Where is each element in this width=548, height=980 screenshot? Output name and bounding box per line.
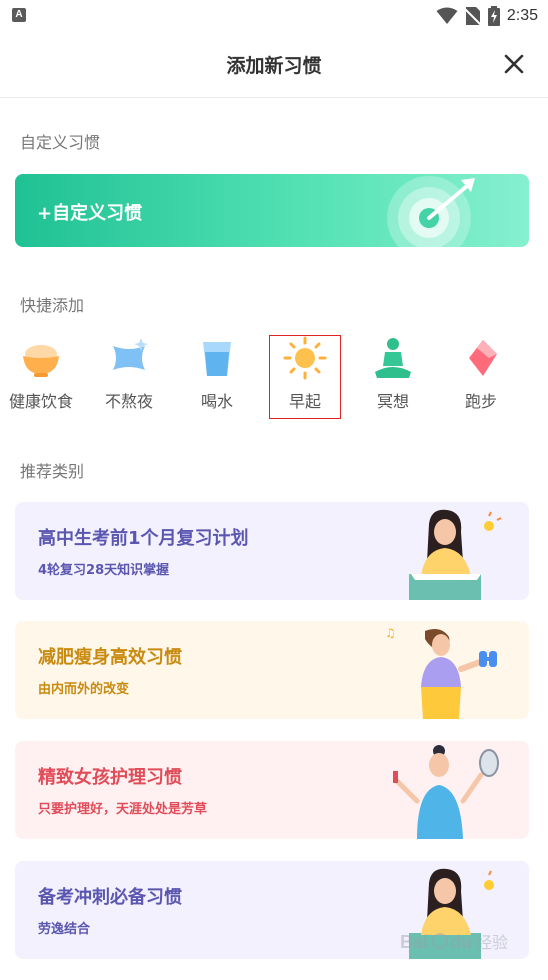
quick-item-running[interactable]: 跑步 [446,336,516,418]
bowl-icon [23,345,59,377]
close-button[interactable] [502,52,526,76]
quick-item-no-late-night[interactable]: 不熬夜 [94,336,164,418]
mirror-girl-illustration [393,745,499,839]
recommend-card-subtitle: 4轮复习28天知识掌握 [38,563,170,578]
status-bar: A 2:35 [0,0,548,32]
recommend-card-title: 精致女孩护理习惯 [38,767,182,788]
recommend-card-title: 减肥瘦身高效习惯 [38,647,182,668]
page-title: 添加新习惯 [226,55,322,77]
svg-text:Bai: Bai [400,932,428,952]
clock: 2:35 [506,7,538,24]
cup-icon [203,342,231,376]
no-sim-icon [464,7,481,26]
quick-item-label: 不熬夜 [104,392,153,411]
wifi-icon [436,7,458,24]
recommend-card-weight-loss[interactable]: 减肥瘦身高效习惯 由内而外的改变 ♫ [15,621,529,719]
recommend-section-label: 推荐类别 [20,462,85,481]
recommend-card-exam-plan[interactable]: 高中生考前1个月复习计划 4轮复习28天知识掌握 [15,502,529,600]
baidu-watermark: Bai du 经验 [400,926,520,956]
shoe-icon [469,340,497,376]
add-custom-habit-button[interactable]: +自定义习惯 [15,174,529,247]
quick-item-meditation[interactable]: 冥想 [358,336,428,418]
quick-item-drink-water[interactable]: 喝水 [182,336,252,418]
close-icon [504,54,524,74]
add-custom-habit-label: +自定义习惯 [37,203,143,224]
quick-item-early-rise[interactable]: 早起 [269,335,341,419]
quick-item-label: 健康饮食 [8,392,73,411]
recommend-card-subtitle: 劳逸结合 [38,922,91,937]
status-icons: 2:35 [436,5,538,27]
recommend-card-title: 高中生考前1个月复习计划 [38,528,249,549]
quick-item-label: 冥想 [376,392,409,411]
workout-girl-illustration: ♫ [385,626,497,719]
quick-section-label: 快捷添加 [20,296,85,315]
sun-icon [283,336,327,380]
recommend-card-subtitle: 只要护理好，天涯处处是芳草 [38,802,208,817]
target-icon [387,176,475,247]
custom-section-label: 自定义习惯 [20,133,101,152]
quick-item-label: 跑步 [464,392,497,411]
recommend-card-title: 备考冲刺必备习惯 [38,887,182,908]
meditation-icon [375,338,411,378]
svg-text:♫: ♫ [385,626,396,640]
battery-charging-icon [487,6,500,26]
recommend-card-skincare[interactable]: 精致女孩护理习惯 只要护理好，天涯处处是芳草 [15,741,529,839]
watermark-text: 经验 [476,933,508,952]
pillow-icon [113,338,148,370]
studying-girl-illustration [409,509,502,600]
recommend-card-subtitle: 由内而外的改变 [38,682,130,697]
svg-text:du: du [450,932,472,952]
quick-item-label: 喝水 [200,392,233,411]
quick-item-healthy-diet[interactable]: 健康饮食 [6,336,76,418]
header: 添加新习惯 [0,32,548,98]
quick-item-label: 早起 [288,392,321,411]
app-indicator-icon: A [12,8,26,22]
